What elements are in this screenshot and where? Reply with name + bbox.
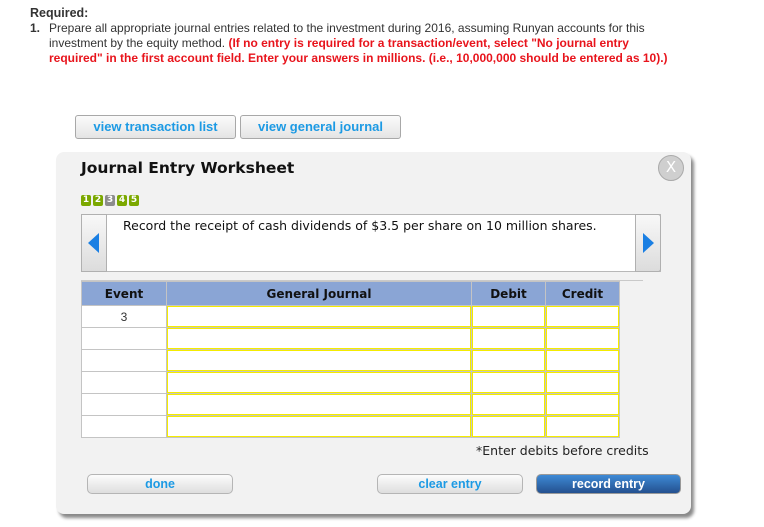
account-input[interactable]	[167, 416, 471, 437]
step-3-current[interactable]: 3	[105, 195, 115, 206]
step-4[interactable]: 4	[117, 195, 127, 206]
step-1[interactable]: 1	[81, 195, 91, 206]
credit-input[interactable]	[546, 306, 619, 327]
view-transaction-list-button[interactable]: view transaction list	[75, 115, 236, 139]
previous-button[interactable]	[81, 214, 107, 272]
requirement-number: 1.	[30, 21, 41, 35]
table-row	[81, 327, 620, 350]
step-5[interactable]: 5	[129, 195, 139, 206]
journal-entry-worksheet: Journal Entry Worksheet X 1 2 3 4 5 Reco…	[56, 152, 691, 514]
debit-input[interactable]	[472, 350, 545, 371]
event-cell	[81, 327, 167, 350]
transaction-description: Record the receipt of cash dividends of …	[123, 218, 597, 233]
table-row: 3	[81, 305, 620, 328]
debit-input[interactable]	[472, 416, 545, 437]
debit-input[interactable]	[472, 306, 545, 327]
account-input[interactable]	[167, 372, 471, 393]
instructions: Required: 1. Prepare all appropriate jou…	[30, 6, 670, 66]
debit-input[interactable]	[472, 372, 545, 393]
required-heading: Required:	[30, 6, 89, 20]
requirement-text: Prepare all appropriate journal entries …	[49, 21, 670, 66]
table-row	[81, 393, 620, 416]
table-header-row: Event General Journal Debit Credit	[81, 281, 620, 306]
step-2[interactable]: 2	[93, 195, 103, 206]
debit-input[interactable]	[472, 328, 545, 349]
header-debit: Debit	[471, 281, 546, 306]
account-input[interactable]	[167, 350, 471, 371]
record-entry-button[interactable]: record entry	[536, 474, 681, 494]
account-input[interactable]	[167, 306, 471, 327]
event-cell	[81, 415, 167, 438]
clear-entry-button[interactable]: clear entry	[377, 474, 523, 494]
view-general-journal-button[interactable]: view general journal	[240, 115, 401, 139]
credit-input[interactable]	[546, 372, 619, 393]
event-cell	[81, 349, 167, 372]
event-cell	[81, 371, 167, 394]
requirement-item: 1. Prepare all appropriate journal entri…	[30, 21, 670, 66]
event-cell	[81, 393, 167, 416]
event-cell: 3	[81, 305, 167, 328]
transaction-description-box: Record the receipt of cash dividends of …	[81, 214, 661, 272]
account-input[interactable]	[167, 394, 471, 415]
done-button[interactable]: done	[87, 474, 233, 494]
arrow-left-icon	[88, 233, 99, 253]
credit-input[interactable]	[546, 416, 619, 437]
next-button[interactable]	[635, 214, 661, 272]
header-event: Event	[81, 281, 167, 306]
step-indicator: 1 2 3 4 5	[81, 195, 139, 206]
header-general-journal: General Journal	[166, 281, 472, 306]
table-row	[81, 371, 620, 394]
account-input[interactable]	[167, 328, 471, 349]
credit-input[interactable]	[546, 350, 619, 371]
credit-input[interactable]	[546, 328, 619, 349]
table-row	[81, 349, 620, 372]
arrow-right-icon	[643, 233, 654, 253]
header-credit: Credit	[545, 281, 620, 306]
worksheet-title: Journal Entry Worksheet	[81, 159, 295, 177]
debit-input[interactable]	[472, 394, 545, 415]
credit-input[interactable]	[546, 394, 619, 415]
journal-table: Event General Journal Debit Credit 3	[81, 281, 620, 438]
debits-before-credits-note: *Enter debits before credits	[476, 443, 649, 458]
table-row	[81, 415, 620, 438]
close-icon[interactable]: X	[658, 155, 684, 181]
